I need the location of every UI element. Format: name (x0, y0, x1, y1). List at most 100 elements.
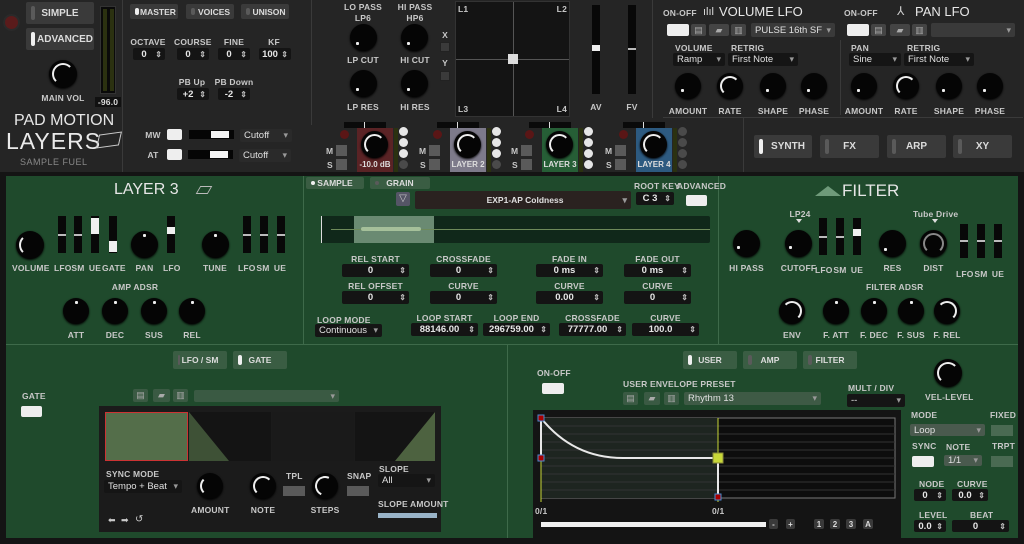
layer-mod-led[interactable] (399, 160, 408, 169)
pan-lfo-pan-select[interactable]: Sine (849, 53, 901, 66)
envelope-editor[interactable]: 0/1 0/1 - + 1 2 3 A (533, 410, 901, 538)
layer-solo-button[interactable] (429, 159, 440, 170)
vol-lfo-open-icon[interactable]: ▰ (709, 24, 729, 36)
curve-spinner[interactable]: 0.0 (952, 489, 988, 501)
amp-att-knob[interactable] (63, 298, 89, 324)
env-node-1[interactable] (537, 414, 545, 422)
layer-solo-button[interactable] (615, 159, 626, 170)
sync-mode-select[interactable]: Tempo + Beat (104, 480, 182, 493)
env-open-icon[interactable]: ▰ (644, 392, 660, 405)
vol-lfo-phase-knob[interactable] (801, 73, 827, 99)
filter-hi-pass-knob[interactable] (733, 230, 760, 257)
loop-field-spinner[interactable]: 296759.00 (483, 323, 550, 336)
slope-amount-slider[interactable] (378, 513, 437, 518)
mw-amount-slider[interactable] (189, 130, 234, 139)
layer-mod-led[interactable] (492, 138, 501, 147)
layer-vol-sm-slider[interactable] (74, 216, 82, 253)
layer-tune-ue-slider[interactable] (277, 216, 285, 253)
gate-step-1[interactable] (105, 412, 188, 461)
loop-field-spinner[interactable]: 88146.00 (411, 323, 478, 336)
tab-unison[interactable]: UNISON (241, 4, 289, 19)
level-spinner[interactable]: 0.0 (914, 520, 946, 532)
env-scroll-bar[interactable] (541, 522, 766, 527)
layer-vol-lfo-slider[interactable] (58, 216, 66, 253)
filter-adsr-knob-1[interactable] (823, 298, 849, 324)
at-toggle[interactable] (167, 149, 182, 160)
pan-lfo-delete-icon[interactable]: ▥ (912, 24, 927, 36)
page-tab-arp[interactable]: ARP (887, 135, 946, 158)
gate-save-icon[interactable]: ▤ (133, 389, 148, 402)
layer-mute-button[interactable] (336, 145, 347, 156)
filter-cutoff-knob[interactable] (785, 230, 812, 257)
env-page-2[interactable]: 2 (830, 519, 840, 529)
layer-solo-led[interactable] (340, 130, 349, 139)
mult-div-select[interactable]: -- (847, 394, 905, 407)
layer-volume-knob[interactable] (640, 131, 667, 158)
pan-lfo-open-icon[interactable]: ▰ (890, 24, 910, 36)
loop-mode-select[interactable]: Continuous (315, 324, 382, 337)
layer-vol-gate-slider[interactable] (109, 216, 117, 253)
vel-level-knob[interactable] (934, 359, 962, 387)
layer-mod-led[interactable] (678, 149, 687, 158)
layer-mod-led[interactable] (399, 149, 408, 158)
filter-adsr-knob-3[interactable] (898, 298, 924, 324)
beat-spinner[interactable]: 0 (952, 520, 1009, 532)
env-mode-select[interactable]: Loop (910, 424, 985, 436)
fixed-toggle[interactable] (991, 425, 1013, 436)
gate-open-icon[interactable]: ▰ (153, 389, 170, 402)
env-node-0[interactable] (537, 454, 545, 462)
env-page-1[interactable]: 1 (814, 519, 824, 529)
layer-select-pad[interactable]: -10.0 dB (357, 128, 393, 172)
undo-icon[interactable]: ⬅ (108, 515, 116, 526)
sample-waveform[interactable] (321, 216, 710, 243)
at-amount-slider[interactable] (188, 150, 233, 159)
vol-lfo-shape-knob[interactable] (760, 73, 786, 99)
node-spinner[interactable]: 0 (914, 489, 946, 501)
octave-spinner[interactable]: 0 (133, 48, 165, 60)
dist-ue-slider[interactable] (994, 224, 1002, 258)
av-slider[interactable] (592, 5, 600, 94)
amp-sus-knob[interactable] (141, 298, 167, 324)
loop-field-spinner[interactable]: 100.0 (632, 323, 699, 336)
filter-res-knob[interactable] (879, 230, 906, 257)
layer-volume-knob[interactable] (546, 131, 573, 158)
layer-solo-button[interactable] (521, 159, 532, 170)
sync-toggle[interactable] (912, 456, 934, 467)
pan-lfo-shape-knob[interactable] (936, 73, 962, 99)
fv-slider[interactable] (628, 5, 636, 94)
xy-pad-handle[interactable] (508, 54, 518, 64)
layer-tune-lfo-slider[interactable] (243, 216, 251, 253)
tab-sample[interactable]: SAMPLE (306, 177, 364, 189)
sample-field-spinner[interactable]: 0 (624, 291, 691, 304)
lp-res-knob[interactable] (350, 70, 377, 97)
sample-field-spinner[interactable]: 0 (342, 291, 409, 304)
pan-lfo-amount-knob[interactable] (851, 73, 877, 99)
filter-adsr-knob-2[interactable] (861, 298, 887, 324)
layer-mute-button[interactable] (521, 145, 532, 156)
layer-mod-led[interactable] (492, 160, 501, 169)
layer-tune-sm-slider[interactable] (260, 216, 268, 253)
gate-delete-icon[interactable]: ▥ (173, 389, 188, 402)
tab-master[interactable]: MASTER (130, 4, 178, 19)
tab-amp[interactable]: AMP (743, 351, 797, 369)
filter-cutoff-ue-slider[interactable] (853, 218, 861, 255)
gate-toggle[interactable] (21, 406, 42, 417)
x-toggle[interactable] (440, 42, 450, 52)
simple-button[interactable]: SIMPLE (26, 2, 94, 24)
dist-sm-slider[interactable] (977, 224, 985, 258)
slope-select[interactable]: All (378, 474, 435, 487)
env-delete-icon[interactable]: ▥ (664, 392, 679, 405)
filter-cutoff-lfo-slider[interactable] (819, 218, 827, 255)
loop-field-spinner[interactable]: 77777.00 (559, 323, 626, 336)
xy-pad[interactable]: L1 L2 L3 L4 (455, 1, 570, 117)
env-node-selected[interactable] (712, 452, 724, 464)
mw-target-select[interactable]: Cutoff (240, 129, 292, 142)
tab-voices[interactable]: VOICES (186, 4, 234, 19)
page-tab-xy[interactable]: XY (953, 135, 1012, 158)
mw-toggle[interactable] (167, 129, 182, 140)
layer-mod-led[interactable] (678, 127, 687, 136)
layer-solo-led[interactable] (525, 130, 534, 139)
filter-adsr-knob-4[interactable] (934, 298, 960, 324)
layer-mod-led[interactable] (584, 127, 593, 136)
layer-mod-led[interactable] (492, 149, 501, 158)
